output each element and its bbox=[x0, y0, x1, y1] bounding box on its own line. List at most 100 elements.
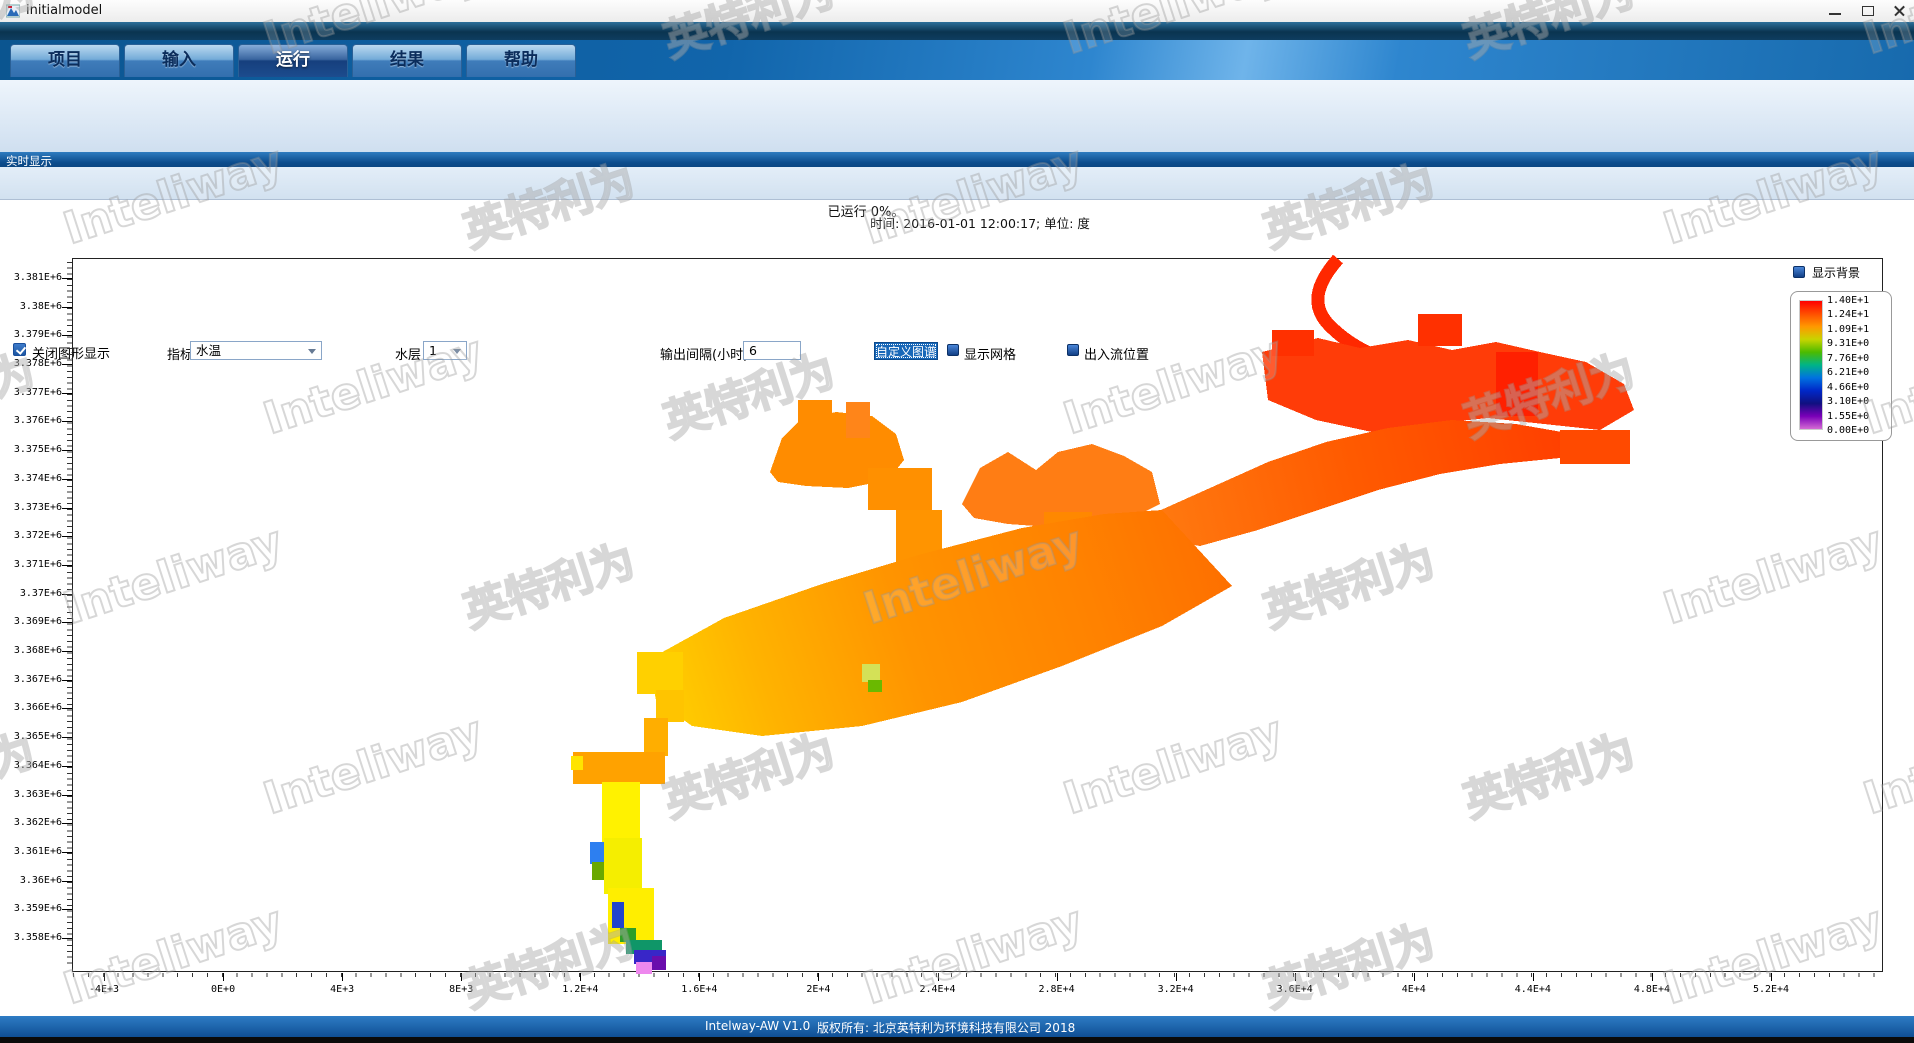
y-tick-mark bbox=[62, 278, 72, 279]
x-tick-label: 2.8E+4 bbox=[1022, 984, 1092, 995]
close-graphics-checkbox[interactable] bbox=[13, 343, 26, 356]
x-axis-minor-ticks bbox=[73, 973, 1882, 977]
x-tick-label: 4.4E+4 bbox=[1498, 984, 1568, 995]
y-tick-label: 3.358E+6 bbox=[4, 932, 62, 943]
y-tick-mark bbox=[62, 909, 72, 910]
x-tick-label: 8E+3 bbox=[426, 984, 496, 995]
legend-value: 4.66E+0 bbox=[1827, 382, 1887, 393]
y-tick-label: 3.367E+6 bbox=[4, 674, 62, 685]
tab-input[interactable]: 输入 bbox=[124, 44, 234, 77]
y-tick-mark bbox=[62, 536, 72, 537]
bottom-strip bbox=[0, 1037, 1914, 1043]
x-tick-label: 0E+0 bbox=[188, 984, 258, 995]
y-tick-label: 3.373E+6 bbox=[4, 502, 62, 513]
y-tick-mark bbox=[62, 594, 72, 595]
show-background-label: 显示背景 bbox=[1812, 264, 1860, 281]
legend-value: 1.24E+1 bbox=[1827, 309, 1887, 320]
y-tick-mark bbox=[62, 737, 72, 738]
run-toolbar: 运行模型 已运行 0%。 暂停运行 终止运行 错误信息 bbox=[0, 80, 1914, 152]
show-background-checkbox[interactable] bbox=[1793, 266, 1805, 278]
minimize-icon[interactable] bbox=[1820, 0, 1850, 22]
y-tick-mark bbox=[62, 335, 72, 336]
x-tick-mark bbox=[104, 973, 105, 981]
y-tick-label: 3.363E+6 bbox=[4, 789, 62, 800]
x-tick-mark bbox=[1057, 973, 1058, 981]
x-tick-label: 2E+4 bbox=[783, 984, 853, 995]
x-tick-mark bbox=[580, 973, 581, 981]
y-tick-mark bbox=[62, 881, 72, 882]
y-tick-mark bbox=[62, 708, 72, 709]
x-tick-label: 4E+3 bbox=[307, 984, 377, 995]
legend-value: 7.76E+0 bbox=[1827, 353, 1887, 364]
x-tick-label: 4E+4 bbox=[1379, 984, 1449, 995]
x-tick-mark bbox=[342, 973, 343, 981]
legend-value: 1.09E+1 bbox=[1827, 324, 1887, 335]
app-version-text: Intelway-AW V1.0 bbox=[705, 1019, 810, 1033]
y-tick-label: 3.376E+6 bbox=[4, 415, 62, 426]
y-tick-label: 3.372E+6 bbox=[4, 530, 62, 541]
x-tick-mark bbox=[1414, 973, 1415, 981]
y-tick-label: 3.371E+6 bbox=[4, 559, 62, 570]
legend-value: 1.40E+1 bbox=[1827, 295, 1887, 306]
x-tick-mark bbox=[1771, 973, 1772, 981]
y-tick-label: 3.364E+6 bbox=[4, 760, 62, 771]
x-tick-mark bbox=[461, 973, 462, 981]
app-window: initialmodel 项目输入运行结果帮助 环评/预警 运行模型 已运行 0… bbox=[0, 0, 1914, 1043]
x-tick-mark bbox=[1533, 973, 1534, 981]
copyright-text: 版权所有: 北京英特利为环境科技有限公司 2018 bbox=[817, 1019, 1075, 1036]
y-tick-label: 3.361E+6 bbox=[4, 846, 62, 857]
y-tick-label: 3.37E+6 bbox=[4, 588, 62, 599]
realtime-section-bar: 实时显示 bbox=[0, 152, 1914, 167]
y-tick-label: 3.38E+6 bbox=[4, 301, 62, 312]
x-tick-label: 1.2E+4 bbox=[545, 984, 615, 995]
y-tick-label: 3.359E+6 bbox=[4, 903, 62, 914]
y-tick-label: 3.378E+6 bbox=[4, 358, 62, 369]
window-title: initialmodel bbox=[26, 3, 102, 18]
legend-value: 6.21E+0 bbox=[1827, 367, 1887, 378]
x-tick-mark bbox=[818, 973, 819, 981]
legend-value: 1.55E+0 bbox=[1827, 411, 1887, 422]
y-tick-mark bbox=[62, 852, 72, 853]
y-tick-label: 3.36E+6 bbox=[4, 875, 62, 886]
x-tick-label: 1.6E+4 bbox=[664, 984, 734, 995]
x-tick-label: -4E+3 bbox=[69, 984, 139, 995]
y-tick-mark bbox=[62, 364, 72, 365]
x-tick-mark bbox=[938, 973, 939, 981]
legend-value: 9.31E+0 bbox=[1827, 338, 1887, 349]
y-tick-mark bbox=[62, 508, 72, 509]
legend-value: 3.10E+0 bbox=[1827, 396, 1887, 407]
y-tick-label: 3.362E+6 bbox=[4, 817, 62, 828]
x-tick-mark bbox=[1176, 973, 1177, 981]
y-tick-mark bbox=[62, 766, 72, 767]
top-band bbox=[0, 22, 1914, 40]
y-tick-mark bbox=[62, 393, 72, 394]
y-tick-label: 3.381E+6 bbox=[4, 272, 62, 283]
tab-bar: 项目输入运行结果帮助 环评/预警 bbox=[0, 40, 1914, 80]
y-tick-label: 3.369E+6 bbox=[4, 616, 62, 627]
close-icon[interactable] bbox=[1884, 0, 1914, 22]
y-tick-mark bbox=[62, 795, 72, 796]
x-tick-mark bbox=[1295, 973, 1296, 981]
x-tick-mark bbox=[699, 973, 700, 981]
x-tick-mark bbox=[1652, 973, 1653, 981]
y-tick-mark bbox=[62, 938, 72, 939]
tab-run[interactable]: 运行 bbox=[238, 44, 348, 77]
x-tick-label: 5.2E+4 bbox=[1736, 984, 1806, 995]
tab-results[interactable]: 结果 bbox=[352, 44, 462, 77]
y-tick-mark bbox=[62, 307, 72, 308]
x-tick-label: 3.6E+4 bbox=[1260, 984, 1330, 995]
app-icon bbox=[6, 4, 20, 18]
y-tick-label: 3.375E+6 bbox=[4, 444, 62, 455]
x-tick-label: 3.2E+4 bbox=[1141, 984, 1211, 995]
tab-help[interactable]: 帮助 bbox=[466, 44, 576, 77]
y-tick-mark bbox=[62, 651, 72, 652]
x-tick-label: 4.8E+4 bbox=[1617, 984, 1687, 995]
y-tick-mark bbox=[62, 565, 72, 566]
maximize-icon[interactable] bbox=[1852, 0, 1882, 22]
y-axis-minor-ticks bbox=[67, 262, 72, 968]
y-tick-label: 3.366E+6 bbox=[4, 702, 62, 713]
simulation-time-label: 时间: 2016-01-01 12:00:17; 单位: 度 bbox=[780, 213, 1180, 232]
plot-area bbox=[72, 258, 1883, 972]
tab-project[interactable]: 项目 bbox=[10, 44, 120, 77]
y-tick-mark bbox=[62, 450, 72, 451]
